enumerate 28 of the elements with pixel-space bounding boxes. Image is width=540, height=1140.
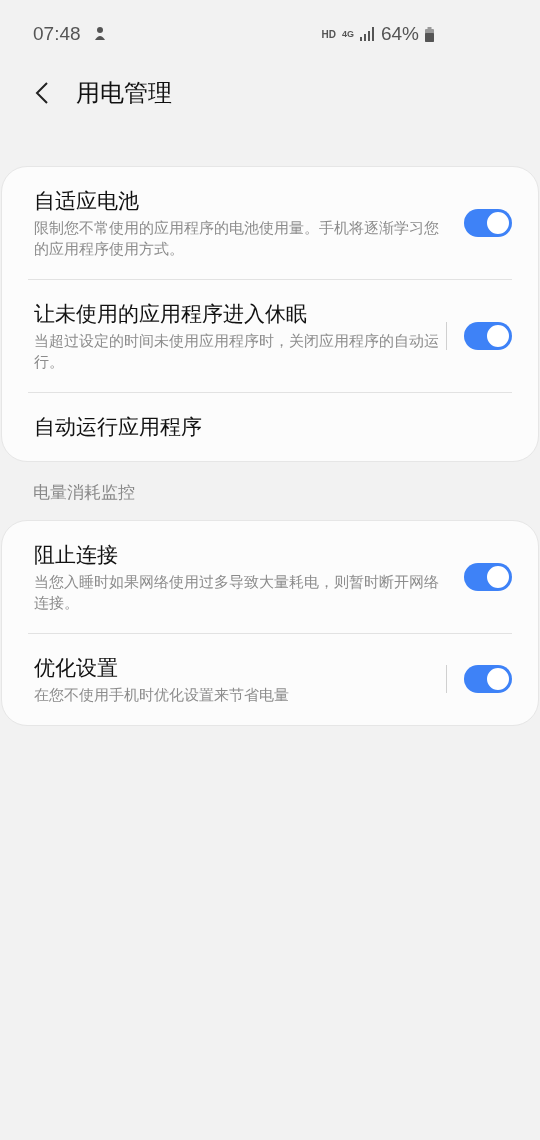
setting-row[interactable]: 优化设置 在您不使用手机时优化设置来节省电量: [28, 633, 512, 725]
setting-description: 在您不使用手机时优化设置来节省电量: [34, 684, 290, 705]
section-heading: 电量消耗监控: [32, 482, 136, 504]
setting-title: 阻止连接: [34, 541, 119, 568]
setting-title: 自动运行应用程序: [34, 414, 203, 440]
back-icon: [35, 82, 49, 104]
network-label: 4G: [341, 29, 354, 39]
setting-row[interactable]: 阻止连接 当您入睡时如果网络使用过多导致大量耗电，则暂时断开网络连接。: [28, 520, 512, 633]
toggle-switch[interactable]: [464, 322, 512, 350]
setting-title: 自适应电池: [34, 188, 140, 214]
setting-description: 当您入睡时如果网络使用过多导致大量耗电，则暂时断开网络连接。: [34, 571, 440, 613]
setting-title: 优化设置: [34, 654, 119, 681]
notification-icon: [92, 26, 107, 42]
toggle-switch[interactable]: [464, 665, 512, 693]
hd-label: HD: [321, 27, 336, 42]
page-title: 用电管理: [76, 78, 172, 108]
battery-icon: [425, 26, 434, 42]
setting-description: 限制您不常使用的应用程序的电池使用量。手机将逐渐学习您的应用程序使用方式。: [34, 218, 440, 259]
toggle-switch[interactable]: [464, 562, 512, 591]
setting-row[interactable]: 自适应电池 限制您不常使用的应用程序的电池使用量。手机将逐渐学习您的应用程序使用方式。: [28, 167, 512, 279]
toggle-switch[interactable]: [464, 209, 512, 237]
setting-row[interactable]: 让未使用的应用程序进入休眠 当超过设定的时间未使用应用程序时，关闭应用程序的自动运行。: [28, 280, 512, 392]
signal-icon: [359, 27, 375, 41]
setting-title: 让未使用的应用程序进入休眠: [34, 301, 308, 327]
setting-description: 当超过设定的时间未使用应用程序时，关闭应用程序的自动运行。: [34, 331, 440, 372]
status-time: 07:48: [33, 21, 81, 46]
battery-percent: 64%: [380, 21, 419, 46]
setting-row[interactable]: 自动运行应用程序: [28, 393, 512, 461]
